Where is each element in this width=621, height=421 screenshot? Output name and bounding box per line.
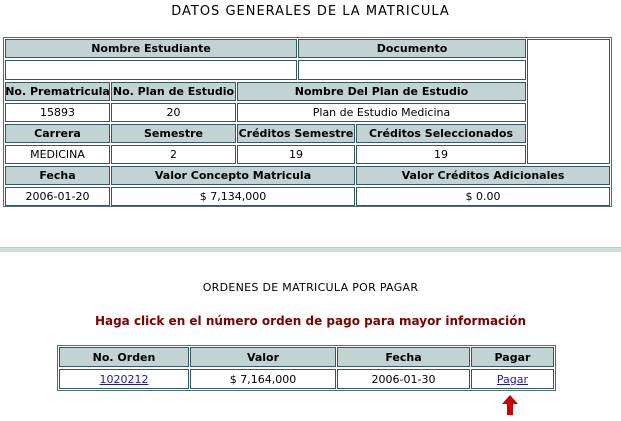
table-row-orden-cell: 1020212 — [59, 369, 189, 389]
header-pagar: Pagar — [471, 347, 554, 367]
header-no-orden: No. Orden — [59, 347, 189, 367]
header-creditos-seleccionados: Créditos Seleccionados — [356, 124, 526, 143]
header-valor-concepto: Valor Concepto Matricula — [111, 166, 355, 185]
nombre-plan-value: Plan de Estudio Medicina — [237, 103, 526, 122]
header-creditos-semestre: Créditos Semestre — [237, 124, 355, 143]
carrera-value: MEDICINA — [5, 145, 110, 164]
orders-title: ORDENES DE MATRICULA POR PAGAR — [202, 281, 419, 294]
plan-estudio-value: 20 — [111, 103, 236, 122]
header-fecha-orden: Fecha — [337, 347, 470, 367]
fecha-value: 2006-01-20 — [5, 187, 110, 206]
header-carrera: Carrera — [5, 124, 110, 143]
nombre-estudiante-value — [5, 60, 297, 80]
pay-link[interactable]: Pagar — [497, 373, 528, 386]
order-fecha-value: 2006-01-30 — [337, 369, 470, 389]
header-nombre-plan: Nombre Del Plan de Estudio — [237, 82, 526, 101]
page-title: DATOS GENERALES DE LA MATRICULA — [171, 4, 450, 19]
creditos-seleccionados-value: 19 — [356, 145, 526, 164]
general-data-table: Nombre Estudiante Documento No. Prematri… — [3, 37, 612, 207]
prematricula-value: 15893 — [5, 103, 110, 122]
header-valor: Valor — [190, 347, 336, 367]
section-divider — [0, 247, 621, 252]
order-valor-value: $ 7,164,000 — [190, 369, 336, 389]
valor-adicionales-value: $ 0.00 — [356, 187, 610, 206]
header-semestre: Semestre — [111, 124, 236, 143]
header-nombre-estudiante: Nombre Estudiante — [5, 39, 297, 58]
order-number-link[interactable]: 1020212 — [100, 373, 149, 386]
valor-concepto-value: $ 7,134,000 — [111, 187, 355, 206]
creditos-semestre-value: 19 — [237, 145, 355, 164]
student-photo-box — [527, 39, 610, 164]
table-row-pagar-cell: Pagar — [471, 369, 554, 389]
orders-table: No. Orden Valor Fecha Pagar 1020212 $ 7,… — [57, 345, 556, 391]
header-documento: Documento — [298, 39, 526, 58]
documento-value — [298, 60, 526, 80]
header-valor-adicionales: Valor Créditos Adicionales — [356, 166, 610, 185]
header-fecha: Fecha — [5, 166, 110, 185]
header-plan-estudio: No. Plan de Estudio — [111, 82, 236, 101]
orders-hint: Haga click en el número orden de pago pa… — [94, 314, 527, 328]
arrow-up-icon — [502, 395, 518, 415]
header-prematricula: No. Prematricula — [5, 82, 110, 101]
semestre-value: 2 — [111, 145, 236, 164]
